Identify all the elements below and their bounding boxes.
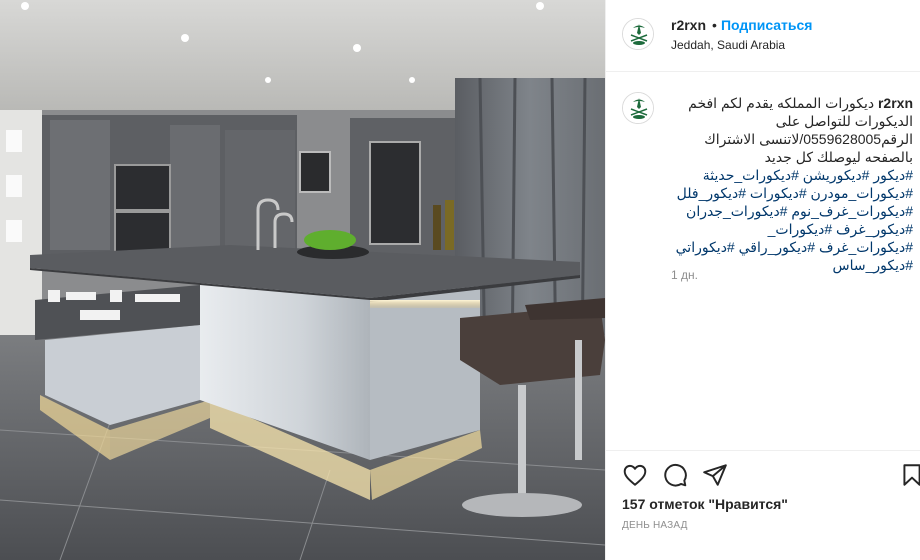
separator-dot: • bbox=[712, 17, 717, 33]
heart-outline-icon[interactable] bbox=[622, 462, 648, 488]
header-title-row: r2rxn • Подписаться bbox=[671, 17, 812, 33]
post-date[interactable]: ДЕНЬ НАЗАД bbox=[622, 520, 688, 531]
caption-username[interactable]: r2rxn bbox=[878, 95, 913, 111]
post-header: r2rxn • Подписаться Jeddah, Saudi Arabia bbox=[606, 0, 920, 72]
post-location[interactable]: Jeddah, Saudi Arabia bbox=[671, 38, 785, 52]
caption-avatar[interactable] bbox=[622, 92, 654, 124]
paper-plane-icon[interactable] bbox=[702, 462, 728, 488]
post-sidebar: r2rxn • Подписаться Jeddah, Saudi Arabia r… bbox=[605, 0, 920, 560]
bookmark-icon[interactable] bbox=[899, 462, 920, 488]
profile-avatar[interactable] bbox=[622, 18, 654, 50]
emblem-icon bbox=[623, 19, 653, 49]
caption-timestamp: 1 дн. bbox=[671, 268, 698, 282]
kitchen-photo bbox=[0, 0, 605, 560]
caption-hashtags[interactable]: #ديكور #ديكوريشن #ديكورات_حديثة #ديكورات… bbox=[671, 166, 913, 274]
post-username[interactable]: r2rxn bbox=[671, 17, 706, 33]
caption-text: r2rxn ديكورات المملكه يقدم لكم افخم الدي… bbox=[671, 94, 913, 274]
likes-count[interactable]: 157 отметок "Нравится" bbox=[622, 496, 788, 512]
post-image[interactable] bbox=[0, 0, 605, 560]
follow-button[interactable]: Подписаться bbox=[721, 17, 813, 33]
emblem-icon bbox=[623, 93, 653, 123]
action-bar bbox=[606, 450, 920, 490]
comment-bubble-icon[interactable] bbox=[662, 462, 688, 488]
caption-body: r2rxn ديكورات المملكه يقدم لكم افخم الدي… bbox=[671, 94, 913, 166]
